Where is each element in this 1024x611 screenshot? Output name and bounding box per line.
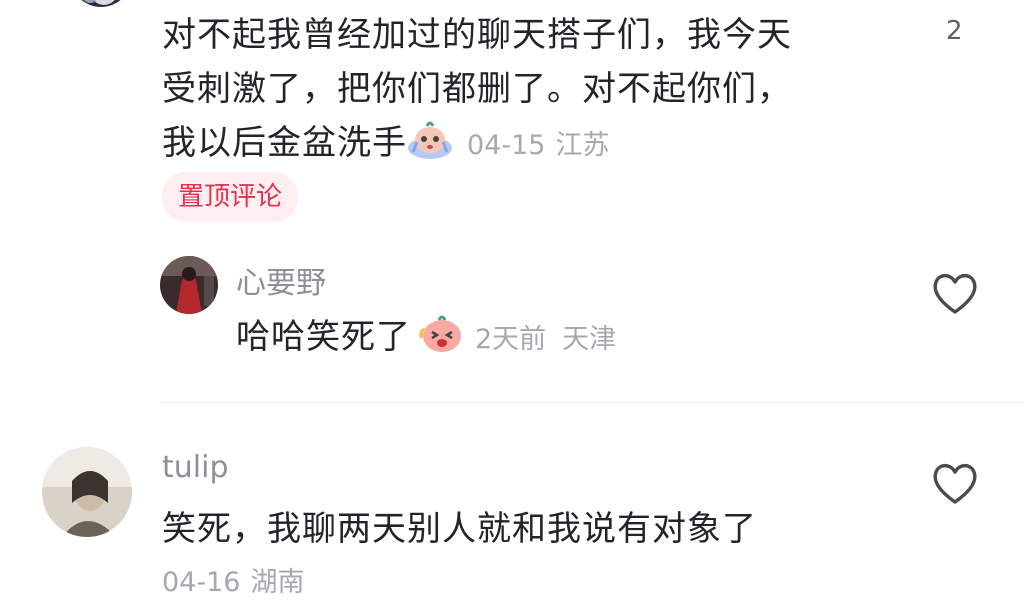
comment-location: 天津 [562, 324, 617, 355]
comment-text: 对不起我曾经加过的聊天搭子们，我今天 受刺激了，把你们都删了。对不起你们， 我以… [162, 8, 902, 176]
divider [160, 402, 1024, 403]
laughing-face-emoji-icon [419, 312, 465, 370]
like-count[interactable]: 2 [946, 16, 963, 46]
crying-face-emoji-icon [407, 118, 453, 176]
comment-username[interactable]: tulip [162, 450, 229, 485]
comment-date: 2天前 [475, 324, 547, 355]
avatar[interactable] [70, 0, 132, 7]
comment-date: 04-15 [467, 130, 546, 161]
comment-text: 笑死，我聊两天别人就和我说有对象了 [162, 509, 757, 549]
heart-outline-icon[interactable] [930, 270, 980, 316]
comment-date: 04-16 [162, 567, 241, 598]
avatar[interactable] [160, 256, 218, 314]
avatar[interactable] [42, 447, 132, 537]
pinned-comment-badge: 置顶评论 [162, 172, 299, 222]
comment-username[interactable]: 心要野 [236, 258, 326, 302]
heart-outline-icon[interactable] [930, 460, 980, 506]
comment-location: 江苏 [555, 130, 610, 161]
comment-location: 湖南 [250, 567, 305, 598]
comment-text: 哈哈笑死了 2天前 天津 [236, 310, 616, 370]
comment-meta: 04-16 湖南 [162, 560, 304, 599]
